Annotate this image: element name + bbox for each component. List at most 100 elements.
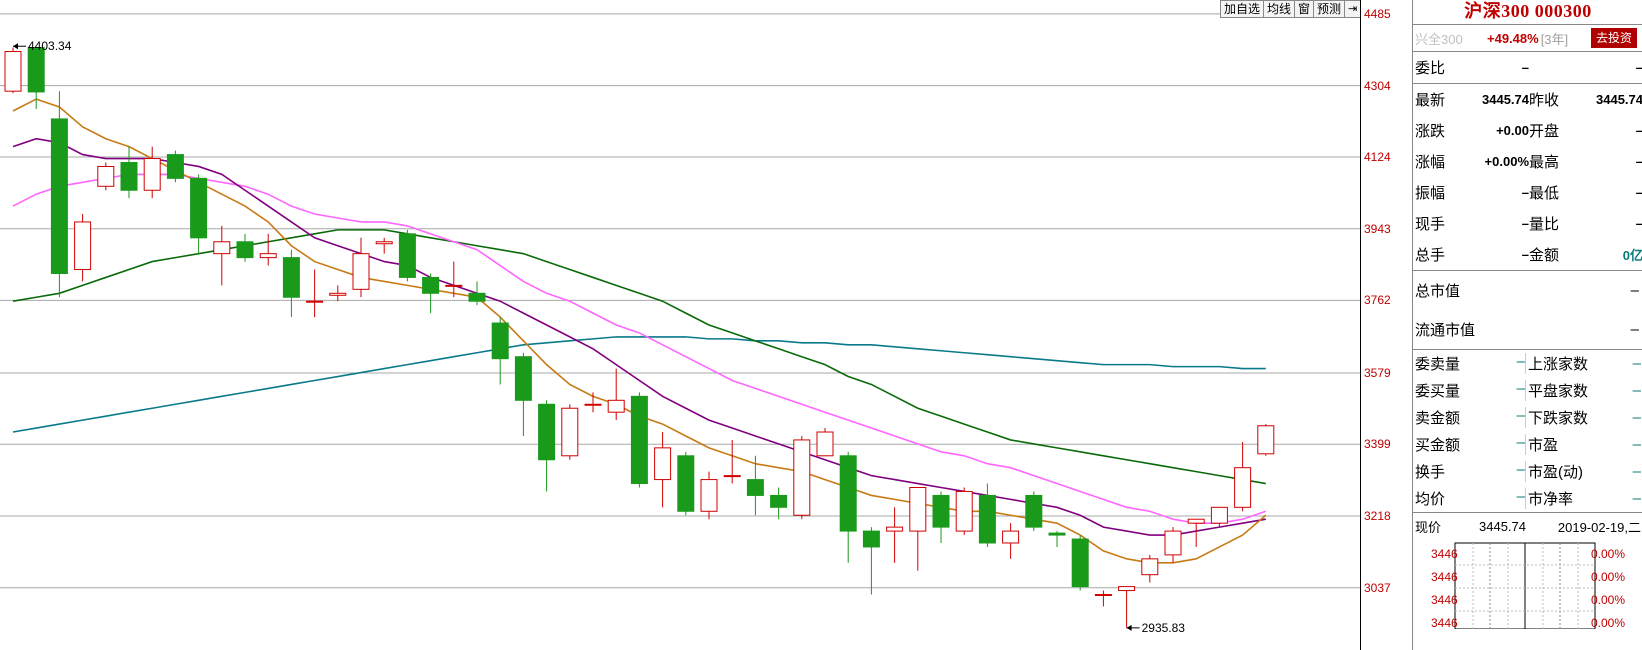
candle-body (607, 399, 625, 413)
stat-label-text: 卖金额 (1415, 410, 1461, 427)
stat-value-2: – (1632, 355, 1641, 372)
candle-body (1141, 558, 1159, 576)
candle-body (561, 407, 579, 457)
stat-row: 换手 – 市盈(动) – (1413, 458, 1642, 485)
mini-left-label: 3446 (1431, 570, 1458, 584)
candle-body (190, 177, 208, 239)
window-button[interactable]: 窗 (1295, 0, 1315, 18)
quote-row: 涨幅 +0.00% 最高 – (1413, 146, 1642, 177)
price-axis-label: 3218 (1364, 509, 1391, 524)
candle-body (1048, 532, 1066, 536)
now-label: 现价 (1415, 519, 1442, 535)
moving-average-button[interactable]: 均线 (1264, 0, 1296, 18)
stat-label-text: 换手 (1415, 464, 1446, 481)
quote-label: 最新 (1415, 92, 1446, 109)
float-cap-label: 流通市值 (1415, 322, 1476, 339)
stat-value-2: – (1632, 409, 1641, 426)
candle-body (329, 292, 347, 296)
quote-label: 量比 (1529, 216, 1560, 233)
candle-body (143, 158, 161, 191)
kline-chart-area[interactable]: 4403.34 2935.83 (0, 0, 1360, 650)
candle-body (166, 154, 184, 179)
candle-body (677, 455, 695, 512)
invest-button[interactable]: 去投资 (1591, 28, 1638, 48)
quote-value: – (1521, 247, 1529, 262)
stat-value: – (1516, 407, 1525, 424)
candle-body (306, 300, 324, 303)
candle-body (839, 455, 857, 532)
candle-body (445, 284, 463, 287)
candle-body (909, 487, 927, 532)
price-axis-label: 4485 (1364, 6, 1391, 21)
candle-body (584, 403, 602, 406)
axis-divider (1360, 0, 1361, 650)
quote-label: 涨幅 (1415, 154, 1446, 171)
candle-body (816, 431, 834, 457)
float-cap-row: 流通市值 – (1413, 310, 1642, 349)
mini-left-label: 3446 (1431, 547, 1458, 561)
now-date: 2019-02-19,二 (1557, 519, 1641, 535)
mini-right-label: 0.00% (1591, 593, 1626, 607)
quote-label: 昨收 (1529, 92, 1560, 109)
market-cap-row: 总市值 – (1413, 271, 1642, 310)
candle-body (282, 257, 300, 298)
price-axis-label: 3943 (1364, 221, 1391, 236)
candle-body (514, 356, 532, 401)
stat-value: – (1516, 488, 1525, 505)
candle-body (1210, 506, 1228, 524)
fund-index-name: 兴全300 (1415, 31, 1463, 47)
candle-body (236, 241, 254, 259)
candle-body (1187, 518, 1205, 524)
quote-value: – (1521, 185, 1529, 200)
low-marker-arrow (1126, 624, 1132, 631)
quote-value: – (1521, 216, 1529, 231)
stat-label-2: 下跌家数 (1525, 407, 1628, 428)
quote-value: 3445.74 (1482, 92, 1529, 107)
quote-value: – (1587, 123, 1642, 138)
collapse-panel-icon[interactable]: ⇥ (1345, 0, 1362, 18)
weibi-value: – (1521, 60, 1529, 75)
candle-body (27, 47, 45, 93)
quote-row: 振幅 – 最低 – (1413, 177, 1642, 208)
quote-row: 最新 3445.74 昨收 3445.74 (1413, 84, 1642, 115)
stat-value: – (1516, 461, 1525, 478)
quote-value: 0亿 (1622, 248, 1642, 263)
forecast-button[interactable]: 预测 (1314, 0, 1346, 18)
kline-chart[interactable]: 4403.34 2935.83 (0, 0, 1360, 650)
fund-return-row: 兴全300 +49.48% [3年] 去投资 (1413, 25, 1642, 52)
stat-value-2: – (1632, 490, 1641, 507)
chart-toolbar: 加自选 均线 窗 预测 ⇥ (1220, 0, 1362, 18)
candle-body (746, 479, 764, 496)
candle-body (978, 494, 996, 544)
quote-rows: 最新 3445.74 昨收 3445.74 涨跌 +0.00 开盘 – 涨幅 +… (1413, 83, 1642, 270)
now-price: 3445.74 (1479, 518, 1526, 534)
stat-label: 委卖量 – (1413, 353, 1525, 374)
stat-value: – (1516, 434, 1525, 451)
add-watchlist-button[interactable]: 加自选 (1221, 0, 1265, 18)
float-cap-value: – (1630, 321, 1639, 338)
stat-value: – (1516, 353, 1525, 370)
candle-body (630, 395, 648, 485)
stat-value-2: – (1632, 382, 1641, 399)
price-axis-label: 3762 (1364, 293, 1391, 308)
candle-body (120, 162, 138, 191)
stat-row: 买金额 – 市盈 – (1413, 431, 1642, 458)
candle-body (700, 479, 718, 512)
stat-value: – (1516, 380, 1525, 397)
candle-body (352, 253, 370, 290)
candle-body (770, 494, 788, 508)
market-cap-value: – (1630, 282, 1639, 299)
panel-title: 沪深300 000300 (1413, 0, 1642, 25)
quote-label: 现手 (1415, 216, 1446, 233)
candle-body (398, 233, 416, 278)
stat-label: 换手 – (1413, 461, 1525, 482)
candle-body (955, 490, 973, 532)
quote-value: – (1587, 185, 1642, 200)
candle-body (1257, 425, 1275, 455)
mini-right-label: 0.00% (1591, 547, 1626, 561)
quote-panel: 沪深300 000300 兴全300 +49.48% [3年] 去投资 委比 –… (1412, 0, 1642, 650)
candle-body (1234, 467, 1252, 508)
low-price-label: 2935.83 (1142, 621, 1186, 635)
stat-label-2: 市盈(动) (1525, 461, 1628, 482)
quote-value: – (1587, 216, 1642, 231)
